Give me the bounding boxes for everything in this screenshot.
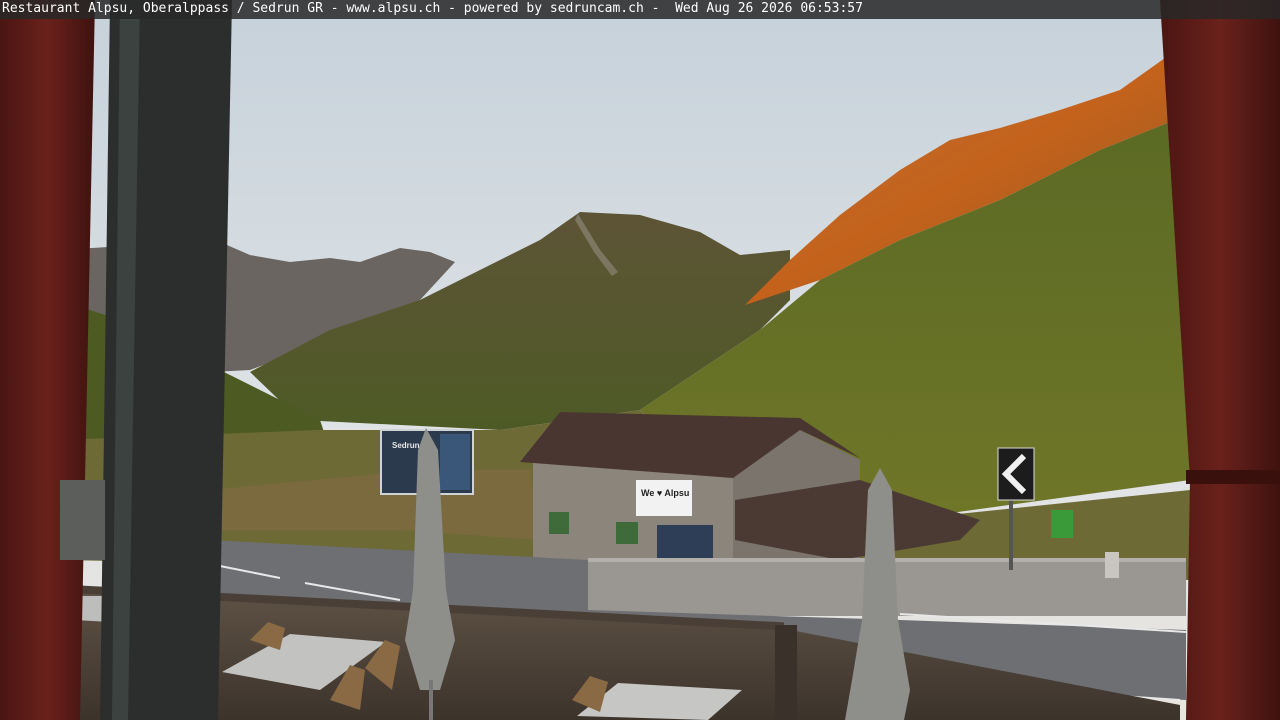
caption-text: Restaurant Alpsu, Oberalppass / Sedrun G… xyxy=(2,1,863,16)
sign-post xyxy=(1009,500,1013,570)
banner-text: We ♥ Alpsu xyxy=(641,488,689,498)
billboard-text: Sedrun xyxy=(392,441,420,450)
left-frame xyxy=(0,0,95,720)
window-left xyxy=(549,512,569,534)
caption-bar: Restaurant Alpsu, Oberalppass / Sedrun G… xyxy=(0,0,1280,19)
umbrella-pole xyxy=(429,680,433,720)
fence-post xyxy=(775,625,797,720)
window-right xyxy=(616,522,638,544)
webcam-scene: Sedrun We ♥ Alpsu xyxy=(0,0,1280,720)
poster xyxy=(657,525,713,560)
banner xyxy=(636,480,692,516)
webcam-image: Sedrun We ♥ Alpsu xyxy=(0,0,1280,720)
left-railing xyxy=(60,480,105,560)
right-frame-joint xyxy=(1186,470,1280,484)
green-mailbox xyxy=(1051,510,1073,538)
bollard xyxy=(1105,552,1119,578)
billboard-panel xyxy=(440,434,470,490)
